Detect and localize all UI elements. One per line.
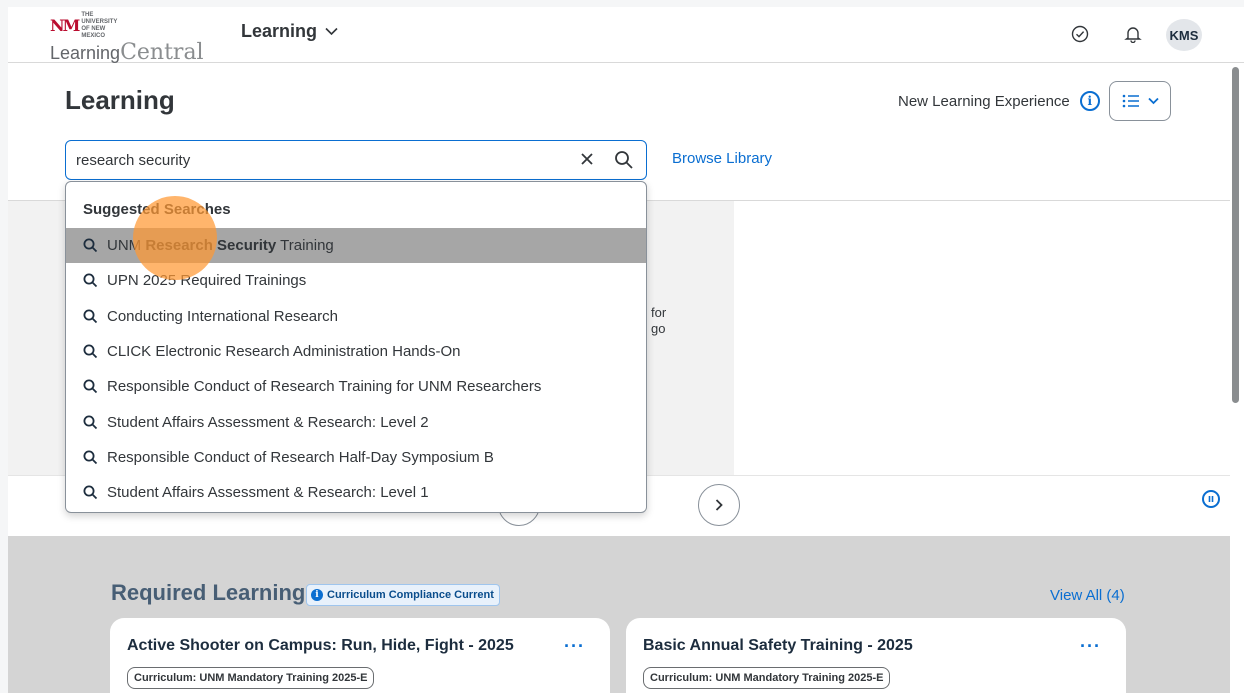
search-icon (83, 238, 98, 253)
suggestion-label: Conducting International Research (107, 308, 338, 325)
avatar[interactable]: KMS (1166, 19, 1202, 51)
logo-name-part2: Central (120, 40, 204, 65)
suggestion-item[interactable]: Responsible Conduct of Research Half-Day… (66, 440, 646, 475)
view-menu-button[interactable] (1109, 81, 1171, 121)
suggestion-item[interactable]: CLICK Electronic Research Administration… (66, 334, 646, 369)
card-tag: Curriculum: UNM Mandatory Training 2025-… (643, 667, 891, 689)
learning-card[interactable]: Active Shooter on Campus: Run, Hide, Fig… (110, 618, 610, 693)
compliance-badge-label: Curriculum Compliance Current (327, 589, 494, 601)
suggestion-item[interactable]: Student Affairs Assessment & Research: L… (66, 405, 646, 440)
bell-icon[interactable] (1122, 23, 1144, 45)
page: NM THE UNIVERSITY OF NEW MEXICO Learning… (8, 7, 1244, 693)
search-icon (83, 415, 98, 430)
more-options-icon[interactable]: ··· (564, 636, 585, 657)
search-icon (83, 379, 98, 394)
carousel-slide-text: for go (651, 305, 666, 337)
approvals-icon[interactable] (1069, 23, 1091, 45)
carousel-next-button[interactable] (698, 484, 740, 526)
logo[interactable]: NM THE UNIVERSITY OF NEW MEXICO Learning… (50, 12, 210, 65)
scrollbar-thumb[interactable] (1232, 67, 1239, 403)
compliance-badge: i Curriculum Compliance Current (306, 584, 500, 606)
suggestion-label: Student Affairs Assessment & Research: L… (107, 414, 429, 431)
search-icon (83, 485, 98, 500)
chevron-down-icon (1147, 97, 1159, 105)
search-input[interactable] (76, 150, 566, 170)
suggestion-label: Responsible Conduct of Research Training… (107, 378, 542, 395)
search-icon[interactable] (614, 149, 636, 171)
card-title[interactable]: Basic Annual Safety Training - 2025 (643, 637, 913, 655)
suggestion-label: Student Affairs Assessment & Research: L… (107, 484, 429, 501)
close-icon[interactable] (580, 149, 594, 172)
learning-card[interactable]: Basic Annual Safety Training - 2025 ··· … (626, 618, 1126, 693)
card-tag: Curriculum: UNM Mandatory Training 2025-… (127, 667, 375, 689)
unm-logo-mark: NM THE UNIVERSITY OF NEW MEXICO (50, 12, 210, 40)
search-icon (83, 450, 98, 465)
required-learning-title: Required Learning (111, 580, 306, 605)
new-learning-experience-label: New Learning Experience (898, 92, 1070, 110)
suggestion-item[interactable]: Student Affairs Assessment & Research: L… (66, 475, 646, 510)
browse-library-link[interactable]: Browse Library (672, 150, 772, 167)
carousel-text-line2: go (651, 321, 666, 336)
view-all-link[interactable]: View All (4) (1050, 587, 1125, 604)
suggestion-label: CLICK Electronic Research Administration… (107, 343, 461, 360)
unm-monogram: NM (50, 16, 80, 35)
chevron-down-icon (325, 27, 338, 36)
info-icon[interactable]: i (1079, 91, 1100, 111)
page-title: Learning (65, 85, 175, 115)
carousel-text-line1: for (651, 305, 667, 320)
search-icon (83, 344, 98, 359)
suggestion-label: Responsible Conduct of Research Half-Day… (107, 449, 494, 466)
app-switcher[interactable]: Learning (241, 21, 338, 42)
suggestion-item[interactable]: Responsible Conduct of Research Training… (66, 369, 646, 404)
shell-header: NM THE UNIVERSITY OF NEW MEXICO Learning… (8, 7, 1244, 65)
logo-university-text: THE UNIVERSITY OF NEW MEXICO (81, 12, 118, 39)
list-icon (1122, 94, 1139, 108)
card-title[interactable]: Active Shooter on Campus: Run, Hide, Fig… (127, 637, 514, 655)
logo-name-part1: Learning (50, 43, 121, 63)
suggestion-label: UPN 2025 Required Trainings (107, 272, 307, 289)
info-icon: i (311, 589, 323, 601)
logo-name: LearningCentral (50, 41, 210, 65)
suggestion-item[interactable]: Conducting International Research (66, 299, 646, 334)
app-switcher-label: Learning (241, 21, 318, 41)
chevron-right-icon (715, 499, 723, 511)
more-options-icon[interactable]: ··· (1080, 636, 1101, 657)
required-learning-section: Required Learning i Curriculum Complianc… (8, 536, 1244, 693)
search-field (65, 140, 647, 180)
click-indicator (133, 196, 217, 280)
new-learning-experience: New Learning Experience i (898, 91, 1100, 111)
search-icon (83, 309, 98, 324)
pause-icon[interactable] (1202, 490, 1220, 508)
search-icon (83, 273, 98, 288)
